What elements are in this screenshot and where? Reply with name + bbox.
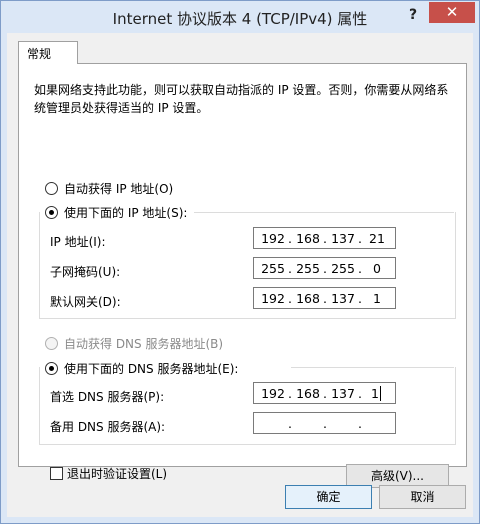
ip-octet: 168	[296, 386, 320, 401]
auto-ip-radio[interactable]	[45, 182, 58, 195]
ip-octet: 0	[373, 261, 381, 276]
ip-octet: 137	[331, 291, 355, 306]
preferred-dns-label: 首选 DNS 服务器(P):	[50, 390, 165, 404]
tab-general[interactable]: 常规	[18, 41, 78, 64]
ip-octet: 192	[261, 386, 285, 401]
ip-octet: 1	[371, 386, 379, 401]
ip-octet: 137	[331, 386, 355, 401]
close-button[interactable]: ✕	[429, 2, 475, 23]
ip-dot: .	[358, 291, 362, 306]
ip-octet: 255	[296, 261, 320, 276]
auto-ip-label[interactable]: 自动获得 IP 地址(O)	[64, 180, 173, 197]
alternate-dns-input[interactable]: . . .	[253, 412, 396, 434]
validate-settings-checkbox[interactable]	[50, 467, 63, 480]
ip-dot: .	[288, 261, 292, 276]
ip-octet: 168	[296, 291, 320, 306]
title-bar[interactable]: Internet 协议版本 4 (TCP/IPv4) 属性 ? ✕	[1, 1, 479, 33]
ip-dot: .	[288, 416, 292, 431]
ip-octet: 21	[369, 231, 385, 246]
ok-button[interactable]: 确定	[285, 485, 372, 509]
ip-octet: 192	[261, 291, 285, 306]
default-gateway-input[interactable]: 192 . 168 . 137 . 1	[253, 287, 396, 309]
cancel-button[interactable]: 取消	[379, 485, 466, 509]
auto-dns-label[interactable]: 自动获得 DNS 服务器地址(B)	[64, 335, 223, 352]
help-button[interactable]: ?	[401, 5, 425, 25]
ip-dot: .	[358, 416, 362, 431]
auto-dns-radio[interactable]	[45, 337, 58, 350]
ip-octet: 192	[261, 231, 285, 246]
default-gateway-label: 默认网关(D):	[50, 295, 121, 309]
ip-dot: .	[288, 291, 292, 306]
subnet-mask-label: 子网掩码(U):	[50, 265, 121, 279]
general-panel: 如果网络支持此功能，则可以获取自动指派的 IP 设置。否则，你需要从网络系统管理…	[18, 63, 467, 488]
subnet-mask-input[interactable]: 255 . 255 . 255 . 0	[253, 257, 396, 279]
ip-dot: .	[288, 386, 292, 401]
ip-dot: .	[358, 261, 362, 276]
ip-dot: .	[323, 386, 327, 401]
ip-dot: .	[323, 291, 327, 306]
ip-dot: .	[358, 231, 362, 246]
validate-settings-label[interactable]: 退出时验证设置(L)	[67, 465, 167, 482]
ip-octet: 137	[331, 231, 355, 246]
text-cursor	[380, 386, 381, 401]
ip-octet: 255	[331, 261, 355, 276]
ip-octet: 1	[373, 291, 381, 306]
dialog-body: 常规 如果网络支持此功能，则可以获取自动指派的 IP 设置。否则，你需要从网络系…	[7, 33, 473, 517]
ip-dot: .	[288, 231, 292, 246]
ip-dot: .	[323, 261, 327, 276]
ip-dot: .	[323, 416, 327, 431]
dialog-window: Internet 协议版本 4 (TCP/IPv4) 属性 ? ✕ 常规 如果网…	[0, 0, 480, 524]
alternate-dns-label: 备用 DNS 服务器(A):	[50, 420, 166, 434]
description-text: 如果网络支持此功能，则可以获取自动指派的 IP 设置。否则，你需要从网络系统管理…	[34, 83, 449, 115]
ip-octet: 255	[261, 261, 285, 276]
ip-address-input[interactable]: 192 . 168 . 137 . 21	[253, 227, 396, 249]
ip-dot: .	[323, 231, 327, 246]
ip-octet: 168	[296, 231, 320, 246]
preferred-dns-input[interactable]: 192 . 168 . 137 . 1	[253, 382, 396, 404]
ip-address-label: IP 地址(I):	[50, 235, 106, 249]
tab-label: 常规	[27, 47, 52, 61]
